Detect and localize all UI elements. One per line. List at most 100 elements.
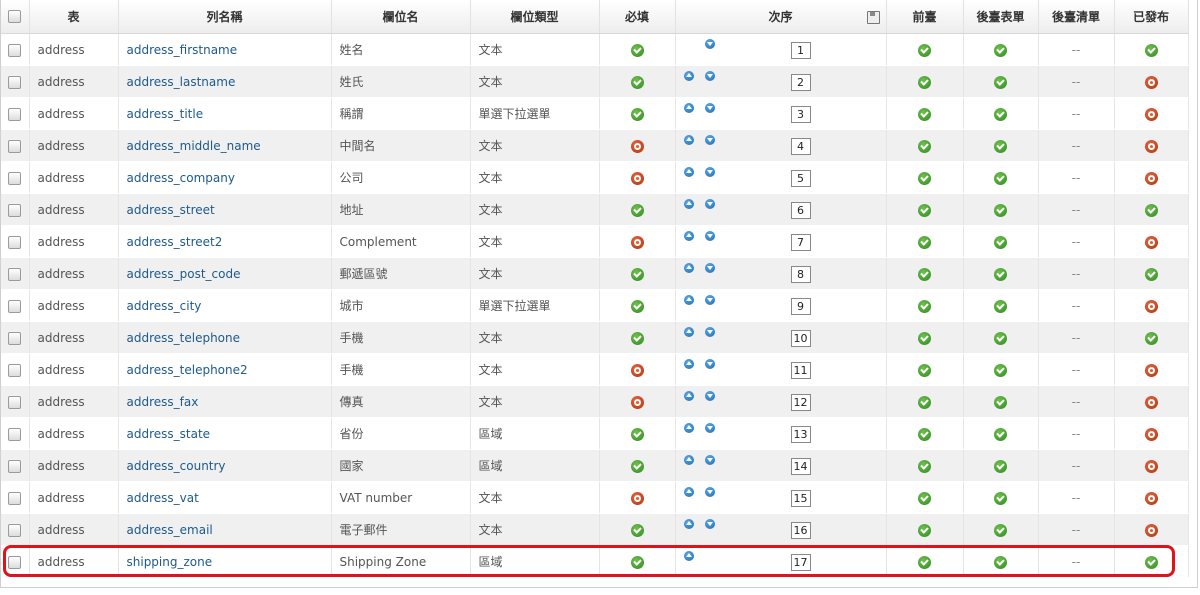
check-circle-icon[interactable] [994,299,1007,313]
arrow-up-circle-icon[interactable] [683,327,694,337]
header-field-type[interactable]: 欄位類型 [470,0,600,34]
header-frontend[interactable]: 前臺 [886,0,964,34]
check-circle-icon[interactable] [918,267,931,281]
column-name-link[interactable]: address_firstname [118,33,332,66]
check-circle-icon[interactable] [630,267,644,281]
cross-circle-icon[interactable] [630,171,644,185]
cross-circle-icon[interactable] [630,139,644,153]
check-circle-icon[interactable] [918,459,931,473]
cross-circle-icon[interactable] [1144,523,1158,537]
arrow-down-circle-icon[interactable] [704,391,715,401]
cross-circle-icon[interactable] [1144,459,1158,473]
arrow-down-circle-icon[interactable] [704,167,715,177]
row-checkbox[interactable] [8,43,22,57]
check-circle-icon[interactable] [918,395,931,409]
check-circle-icon[interactable] [1144,203,1158,217]
arrow-up-circle-icon[interactable] [683,135,694,145]
arrow-up-circle-icon[interactable] [683,71,694,81]
check-circle-icon[interactable] [918,363,931,377]
cross-circle-icon[interactable] [1144,171,1158,185]
column-name-link[interactable]: address_telephone [118,321,332,354]
check-circle-icon[interactable] [918,171,931,185]
check-circle-icon[interactable] [918,491,931,505]
column-name-link[interactable]: address_country [118,449,332,482]
order-input[interactable]: 7 [790,234,811,251]
check-circle-icon[interactable] [918,331,931,345]
arrow-up-circle-icon[interactable] [683,487,694,497]
check-circle-icon[interactable] [994,427,1007,441]
order-input[interactable]: 6 [790,202,811,219]
order-input[interactable]: 1 [790,42,811,59]
cross-circle-icon[interactable] [1144,235,1158,249]
check-circle-icon[interactable] [994,267,1007,281]
arrow-up-circle-icon[interactable] [683,359,694,369]
column-name-link[interactable]: address_middle_name [118,129,332,162]
check-circle-icon[interactable] [918,523,931,537]
header-backend-list[interactable]: 後臺清單 [1038,0,1115,34]
arrow-up-circle-icon[interactable] [683,423,694,433]
cross-circle-icon[interactable] [630,363,644,377]
check-circle-icon[interactable] [918,235,931,249]
header-published[interactable]: 已發布 [1114,0,1189,34]
row-checkbox[interactable] [8,203,22,217]
check-circle-icon[interactable] [994,555,1007,569]
check-circle-icon[interactable] [630,523,644,537]
check-circle-icon[interactable] [994,235,1007,249]
cross-circle-icon[interactable] [1144,107,1158,121]
check-circle-icon[interactable] [630,555,644,569]
row-checkbox[interactable] [8,235,22,249]
check-circle-icon[interactable] [918,299,931,313]
check-circle-icon[interactable] [994,395,1007,409]
check-circle-icon[interactable] [994,523,1007,537]
check-circle-icon[interactable] [994,363,1007,377]
arrow-up-circle-icon[interactable] [683,167,694,177]
column-name-link[interactable]: address_email [118,513,332,546]
row-checkbox[interactable] [8,363,22,377]
column-name-link[interactable]: address_fax [118,385,332,418]
arrow-up-circle-icon[interactable] [683,263,694,273]
arrow-down-circle-icon[interactable] [704,359,715,369]
select-all-checkbox[interactable] [8,9,22,23]
row-checkbox[interactable] [8,267,22,281]
header-backend-form[interactable]: 後臺表單 [963,0,1039,34]
check-circle-icon[interactable] [918,427,931,441]
check-circle-icon[interactable] [994,171,1007,185]
check-circle-icon[interactable] [1144,43,1158,57]
arrow-down-circle-icon[interactable] [704,199,715,209]
arrow-down-circle-icon[interactable] [704,327,715,337]
check-circle-icon[interactable] [1144,331,1158,345]
order-input[interactable]: 15 [790,490,811,507]
order-input[interactable]: 5 [790,170,811,187]
row-checkbox[interactable] [8,331,22,345]
arrow-up-circle-icon[interactable] [683,391,694,401]
arrow-down-circle-icon[interactable] [704,295,715,305]
cross-circle-icon[interactable] [1144,491,1158,505]
check-circle-icon[interactable] [994,203,1007,217]
arrow-down-circle-icon[interactable] [704,103,715,113]
row-checkbox[interactable] [8,75,22,89]
arrow-up-circle-icon[interactable] [683,519,694,529]
row-checkbox[interactable] [8,299,22,313]
check-circle-icon[interactable] [994,43,1007,57]
arrow-down-circle-icon[interactable] [704,487,715,497]
check-circle-icon[interactable] [918,43,931,57]
check-circle-icon[interactable] [630,331,644,345]
header-order-label[interactable]: 次序 [768,10,792,24]
arrow-down-circle-icon[interactable] [704,71,715,81]
column-name-link[interactable]: address_state [118,417,332,450]
column-name-link[interactable]: address_vat [118,481,332,514]
row-checkbox[interactable] [8,459,22,473]
header-column-name[interactable]: 列名稱 [118,0,332,34]
cross-circle-icon[interactable] [1144,363,1158,377]
column-name-link[interactable]: address_lastname [118,65,332,98]
check-circle-icon[interactable] [918,203,931,217]
arrow-up-circle-icon[interactable] [683,455,694,465]
order-input[interactable]: 16 [790,522,811,539]
check-circle-icon[interactable] [630,299,644,313]
column-name-link[interactable]: shipping_zone [118,545,332,578]
row-checkbox[interactable] [8,491,22,505]
arrow-up-circle-icon[interactable] [683,231,694,241]
check-circle-icon[interactable] [994,331,1007,345]
arrow-down-circle-icon[interactable] [704,263,715,273]
check-circle-icon[interactable] [918,555,931,569]
